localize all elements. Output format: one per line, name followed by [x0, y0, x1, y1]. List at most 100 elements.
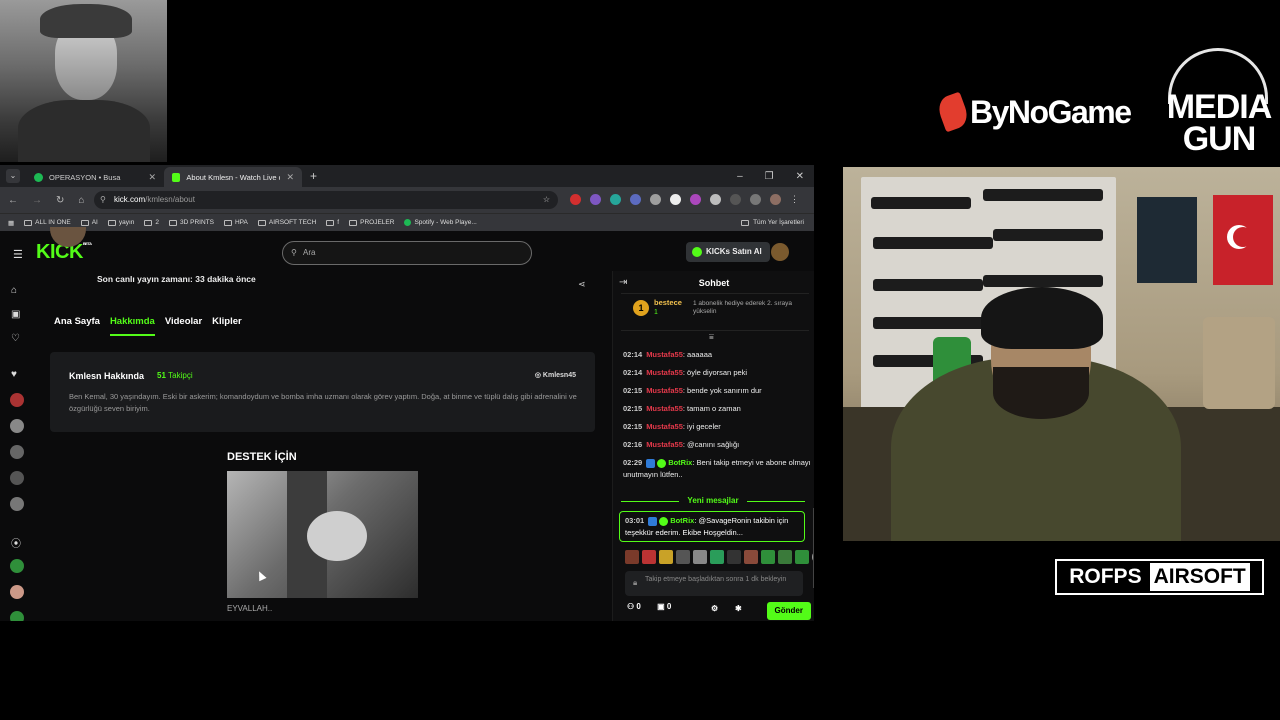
share-icon[interactable]: ⋖ — [578, 279, 586, 290]
bookmark-label: yayın — [118, 219, 135, 226]
gift-icon[interactable]: ▣ — [657, 602, 665, 611]
bookmark-item[interactable]: HPA — [223, 219, 248, 226]
home-icon[interactable]: ⌂ — [11, 285, 17, 296]
folder-icon — [80, 219, 89, 226]
emote-icon[interactable] — [744, 550, 758, 564]
menu-dots-icon[interactable]: ⋮ — [790, 194, 801, 205]
bookmark-item[interactable]: 2 — [144, 219, 159, 226]
heart-icon[interactable]: ♡ — [11, 333, 20, 344]
bookmark-label: 3D PRINTS — [180, 219, 214, 226]
tab-home[interactable]: Ana Sayfa — [54, 316, 100, 336]
extension-icon[interactable] — [590, 194, 601, 205]
tab-videos[interactable]: Videolar — [165, 316, 202, 336]
extension-icon[interactable] — [670, 194, 681, 205]
channel-avatar[interactable] — [10, 585, 24, 599]
close-window-icon[interactable]: ✕ — [796, 171, 804, 182]
message-user[interactable]: BotRix — [668, 458, 692, 467]
search-input[interactable]: ⚲ Ara — [282, 241, 532, 265]
split-icon[interactable] — [750, 194, 761, 205]
emote-icon[interactable] — [761, 550, 775, 564]
extension-icon[interactable] — [570, 194, 581, 205]
chat-message: 02:15 Mustafa55: iyi geceler — [623, 421, 813, 433]
emote-icon[interactable] — [659, 550, 673, 564]
bookmark-item[interactable]: yayın — [107, 219, 135, 226]
profile-icon[interactable] — [770, 194, 781, 205]
bookmark-item[interactable]: AIRSOFT TECH — [257, 219, 316, 226]
new-tab-button[interactable]: + — [310, 169, 317, 183]
bookmark-item[interactable]: AI — [80, 219, 98, 226]
forward-icon[interactable]: → — [32, 195, 42, 206]
message-user[interactable]: Mustafa55 — [646, 350, 683, 359]
emote-icon[interactable] — [795, 550, 809, 564]
channel-avatar[interactable] — [10, 445, 24, 459]
emote-icon[interactable] — [642, 550, 656, 564]
following-heart-icon[interactable]: ♥ — [11, 369, 17, 380]
settings-gear-icon[interactable]: ⚙ — [711, 604, 718, 613]
apps-grid-icon[interactable]: ▦ — [8, 219, 14, 227]
tab-clips[interactable]: Klipler — [212, 316, 242, 336]
user-avatar[interactable] — [771, 243, 789, 261]
channel-avatar[interactable] — [10, 471, 24, 485]
close-tab-icon[interactable]: ✕ — [148, 172, 156, 183]
emote-icon[interactable] — [710, 550, 724, 564]
send-button[interactable]: Gönder — [766, 602, 811, 620]
points-icon[interactable]: ⚇ — [627, 602, 634, 611]
minimize-icon[interactable]: – — [737, 171, 743, 182]
bookmark-star-icon[interactable]: ☆ — [543, 191, 550, 209]
media-icon[interactable] — [730, 194, 741, 205]
bookmark-item[interactable]: Spotify - Web Playe... — [404, 219, 477, 226]
channel-avatar[interactable] — [10, 611, 24, 621]
chat-input[interactable]: 🔒︎ Takip etmeye başladıktan sonra 1 dk b… — [625, 571, 803, 596]
message-user[interactable]: BotRix — [670, 516, 694, 525]
extension-icon[interactable] — [650, 194, 661, 205]
emote-icon[interactable] — [625, 550, 639, 564]
tab-operasyon[interactable]: OPERASYON • Busa ✕ — [26, 167, 164, 187]
scrollbar[interactable] — [813, 508, 814, 588]
message-user[interactable]: Mustafa55 — [646, 368, 683, 377]
restore-icon[interactable]: ❐ — [765, 171, 774, 182]
bookmark-item[interactable]: ALL IN ONE — [24, 219, 71, 226]
bynogame-logo: ByNoGame — [934, 91, 1132, 133]
tab-about[interactable]: Hakkımda — [109, 316, 155, 336]
extension-icon[interactable] — [630, 194, 641, 205]
close-tab-icon[interactable]: ✕ — [286, 172, 294, 183]
tab-kick-about[interactable]: About Kmlesn - Watch Live on ✕ — [164, 167, 302, 187]
message-user[interactable]: Mustafa55 — [646, 386, 683, 395]
search-icon: ⚲ — [291, 248, 297, 257]
message-user[interactable]: Mustafa55 — [646, 440, 683, 449]
url-field[interactable]: ⚲ kick.com/kmlesn/about ☆ — [94, 191, 558, 209]
extension-icon[interactable] — [610, 194, 621, 205]
support-image[interactable] — [227, 471, 418, 598]
extension-icon[interactable] — [690, 194, 701, 205]
bookmark-item[interactable]: f — [326, 219, 339, 226]
folder-icon — [169, 219, 178, 226]
tab-search-button[interactable]: ⌄ — [6, 169, 20, 183]
message-user[interactable]: Mustafa55 — [646, 404, 683, 413]
hamburger-menu-icon[interactable]: ☰ — [13, 248, 23, 261]
folder-icon — [741, 219, 750, 226]
channel-avatar[interactable] — [10, 497, 24, 511]
bookmark-item[interactable]: 3D PRINTS — [169, 219, 214, 226]
puzzle-icon[interactable] — [710, 194, 721, 205]
channel-avatar[interactable] — [10, 559, 24, 573]
message-user[interactable]: Mustafa55 — [646, 422, 683, 431]
emote-picker-icon[interactable]: ✱ — [735, 604, 742, 613]
emote-icon[interactable] — [778, 550, 792, 564]
pinned-filter-icon[interactable]: ⩸ — [709, 332, 714, 342]
instagram-link[interactable]: ◎ Kmlesn45 — [535, 371, 576, 379]
all-bookmarks[interactable]: Tüm Yer İşaretleri — [741, 219, 804, 226]
live-broadcast-icon[interactable]: ⦿ — [11, 535, 21, 550]
buy-kicks-button[interactable]: KICKs Satın Al — [686, 242, 770, 262]
channel-avatar[interactable] — [10, 393, 24, 407]
gifter-name[interactable]: bestece — [654, 298, 682, 307]
bookmark-item[interactable]: PROJELER — [349, 219, 394, 226]
channel-avatar[interactable] — [10, 419, 24, 433]
emote-icon[interactable] — [693, 550, 707, 564]
emote-icon[interactable] — [727, 550, 741, 564]
browse-icon[interactable]: ▣ — [11, 309, 20, 320]
emote-icon[interactable] — [676, 550, 690, 564]
reload-icon[interactable]: ↻ — [56, 195, 64, 206]
back-icon[interactable]: ← — [8, 195, 18, 206]
home-icon[interactable]: ⌂ — [78, 195, 84, 206]
site-info-icon[interactable]: ⚲ — [100, 191, 106, 209]
